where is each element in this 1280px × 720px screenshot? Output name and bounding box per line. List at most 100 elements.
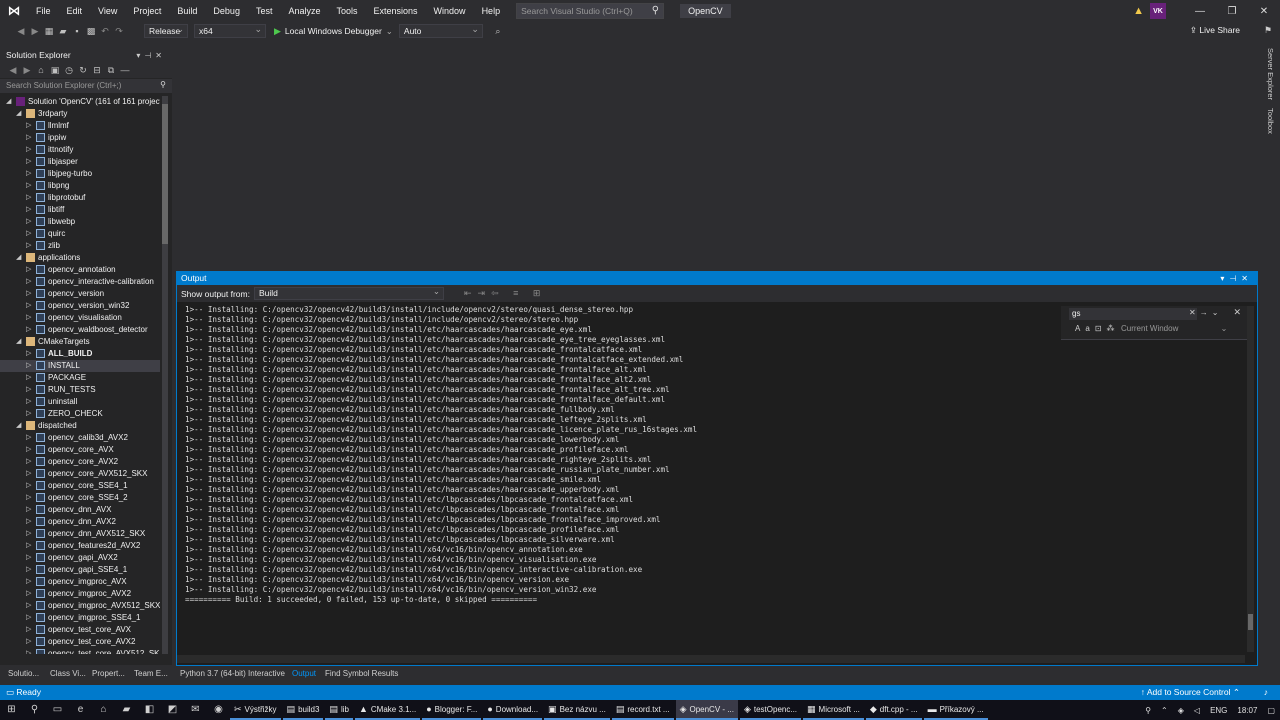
add-to-source-control-button[interactable]: ↑ Add to Source Control ⌃ <box>1141 685 1240 700</box>
warning-icon[interactable]: ▲ <box>1133 5 1144 17</box>
firefox-icon[interactable]: ◉ <box>207 700 230 720</box>
collapsed-arrow-icon[interactable]: ▷ <box>26 204 31 216</box>
tray-chevron-icon[interactable]: ⌃ <box>1156 706 1173 715</box>
collapsed-arrow-icon[interactable]: ▷ <box>26 468 31 480</box>
refresh-icon[interactable]: ↻ <box>76 65 90 76</box>
taskbar-app[interactable]: ▤ record.txt ... <box>611 700 674 720</box>
menu-item-extensions[interactable]: Extensions <box>366 0 426 22</box>
bottom-tab[interactable]: Class Vi... <box>50 669 86 678</box>
collapsed-arrow-icon[interactable]: ▷ <box>26 228 31 240</box>
tree-item[interactable]: ◢ applications <box>0 252 160 264</box>
bottom-tab[interactable]: Output <box>292 669 316 678</box>
find-options-icons[interactable]: Aa⊡⁂ <box>1075 324 1120 333</box>
collapsed-arrow-icon[interactable]: ▷ <box>26 588 31 600</box>
tray-app-icon[interactable]: ◈ <box>1173 706 1189 715</box>
tree-item[interactable]: ▷ libjpeg-turbo <box>0 168 160 180</box>
menu-item-build[interactable]: Build <box>169 0 205 22</box>
collapsed-arrow-icon[interactable]: ▷ <box>26 480 31 492</box>
collapsed-arrow-icon[interactable]: ▷ <box>26 432 31 444</box>
tree-item[interactable]: ▷ opencv_core_AVX <box>0 444 160 456</box>
tree-item[interactable]: ▷ opencv_dnn_AVX2 <box>0 516 160 528</box>
collapsed-arrow-icon[interactable]: ▷ <box>26 648 31 654</box>
avatar[interactable]: VK <box>1150 3 1166 19</box>
output-log[interactable]: 1>-- Installing: C:/opencv32/opencv42/bu… <box>185 305 1055 605</box>
collapsed-arrow-icon[interactable]: ▷ <box>26 324 31 336</box>
taskbar-app[interactable]: ▦ Microsoft ... <box>803 700 864 720</box>
find-in-files-icon[interactable]: ⌕ <box>491 26 505 37</box>
configuration-dropdown[interactable]: Release <box>144 23 188 38</box>
tree-item[interactable]: ▷ opencv_gapi_SSE4_1 <box>0 564 160 576</box>
action-center-icon[interactable]: ▢ <box>1262 706 1280 715</box>
bottom-tab[interactable]: Propert... <box>92 669 125 678</box>
tree-item[interactable]: ▷ opencv_core_AVX512_SKX <box>0 468 160 480</box>
output-scrollbar[interactable] <box>1247 306 1254 652</box>
collapsed-arrow-icon[interactable]: ▷ <box>26 540 31 552</box>
tree-item[interactable]: ◢ CMakeTargets <box>0 336 160 348</box>
collapsed-arrow-icon[interactable]: ▷ <box>26 180 31 192</box>
tree-item[interactable]: ◢ dispatched <box>0 420 160 432</box>
tree-item[interactable]: ▷ llmlmf <box>0 120 160 132</box>
panel-controls[interactable]: ▾⊣✕ <box>1220 272 1253 285</box>
expanded-arrow-icon[interactable]: ◢ <box>16 420 21 432</box>
find-input[interactable]: gs <box>1069 308 1197 320</box>
collapsed-arrow-icon[interactable]: ▷ <box>26 636 31 648</box>
find-navigation-icons[interactable]: ✕→⌄ <box>1189 308 1222 317</box>
tree-item[interactable]: ▷ uninstall <box>0 396 160 408</box>
tree-item[interactable]: ▷ opencv_visualisation <box>0 312 160 324</box>
save-icon[interactable]: ▪ <box>70 26 84 36</box>
tree-item[interactable]: ▷ opencv_test_core_AVX2 <box>0 636 160 648</box>
find-scope-dropdown[interactable]: Current Window ⌄ <box>1121 324 1227 333</box>
tree-item[interactable]: ▷ quirc <box>0 228 160 240</box>
tree-item[interactable]: ▷ libjasper <box>0 156 160 168</box>
tree-item[interactable]: ▷ opencv_features2d_AVX2 <box>0 540 160 552</box>
chevron-down-icon[interactable]: ⌄ <box>1221 324 1228 333</box>
collapsed-arrow-icon[interactable]: ▷ <box>26 624 31 636</box>
pinned-app-icon[interactable]: ◩ <box>161 700 184 720</box>
taskbar-app[interactable]: ▬ Příkazový ... <box>923 700 988 720</box>
collapsed-arrow-icon[interactable]: ▷ <box>26 240 31 252</box>
tree-item[interactable]: ▷ libwebp <box>0 216 160 228</box>
volume-icon[interactable]: ◁ <box>1189 706 1205 715</box>
collapsed-arrow-icon[interactable]: ▷ <box>26 528 31 540</box>
menu-item-help[interactable]: Help <box>474 0 509 22</box>
taskbar-app[interactable]: ▤ lib <box>325 700 353 720</box>
language-indicator[interactable]: ENG <box>1205 706 1232 715</box>
menu-item-file[interactable]: File <box>28 0 59 22</box>
search-icon[interactable]: ⚲ <box>160 80 166 89</box>
tree-item[interactable]: ▷ libpng <box>0 180 160 192</box>
menu-item-view[interactable]: View <box>90 0 125 22</box>
collapsed-arrow-icon[interactable]: ▷ <box>26 564 31 576</box>
tree-item[interactable]: ▷ opencv_waldboost_detector <box>0 324 160 336</box>
history-icon[interactable]: ◷ <box>62 65 76 76</box>
tree-item[interactable]: ▷ ALL_BUILD <box>0 348 160 360</box>
tree-item[interactable]: ▷ opencv_test_core_AVX512_SKX <box>0 648 160 654</box>
minimize-button[interactable]: — <box>1184 6 1216 17</box>
windows-start-icon[interactable]: ⊞ <box>0 700 23 720</box>
menu-item-analyze[interactable]: Analyze <box>280 0 328 22</box>
collapsed-arrow-icon[interactable]: ▷ <box>26 144 31 156</box>
expanded-arrow-icon[interactable]: ◢ <box>16 252 21 264</box>
tree-item[interactable]: ▷ ippiw <box>0 132 160 144</box>
collapsed-arrow-icon[interactable]: ▷ <box>26 516 31 528</box>
debug-mode-dropdown[interactable]: Auto <box>398 23 483 38</box>
collapsed-arrow-icon[interactable]: ▷ <box>26 192 31 204</box>
scrollbar-thumb[interactable] <box>162 104 168 244</box>
menu-item-window[interactable]: Window <box>426 0 474 22</box>
tree-item[interactable]: ▷ opencv_interactive-calibration <box>0 276 160 288</box>
notification-bell-icon[interactable]: ♪ <box>1264 685 1268 700</box>
bottom-tab[interactable]: Team E... <box>134 669 168 678</box>
collapse-all-icon[interactable]: ⊟ <box>90 65 104 76</box>
collapsed-arrow-icon[interactable]: ▷ <box>26 216 31 228</box>
tree-item[interactable]: ▷ libtiff <box>0 204 160 216</box>
collapsed-arrow-icon[interactable]: ▷ <box>26 372 31 384</box>
home-icon[interactable]: ⌂ <box>34 65 48 75</box>
chevron-down-icon[interactable]: ⌄ <box>386 26 393 37</box>
redo-icon[interactable]: ↷ <box>112 26 126 37</box>
tree-item[interactable]: ▷ opencv_core_AVX2 <box>0 456 160 468</box>
switch-views-icon[interactable]: ▣ <box>48 65 62 76</box>
collapsed-arrow-icon[interactable]: ▷ <box>26 120 31 132</box>
output-tool-icons[interactable]: ⇤⇥⇦ ≡ ⊞ <box>464 288 546 299</box>
collapsed-arrow-icon[interactable]: ▷ <box>26 132 31 144</box>
scrollbar-thumb[interactable] <box>1248 614 1253 630</box>
expanded-arrow-icon[interactable]: ◢ <box>16 108 21 120</box>
